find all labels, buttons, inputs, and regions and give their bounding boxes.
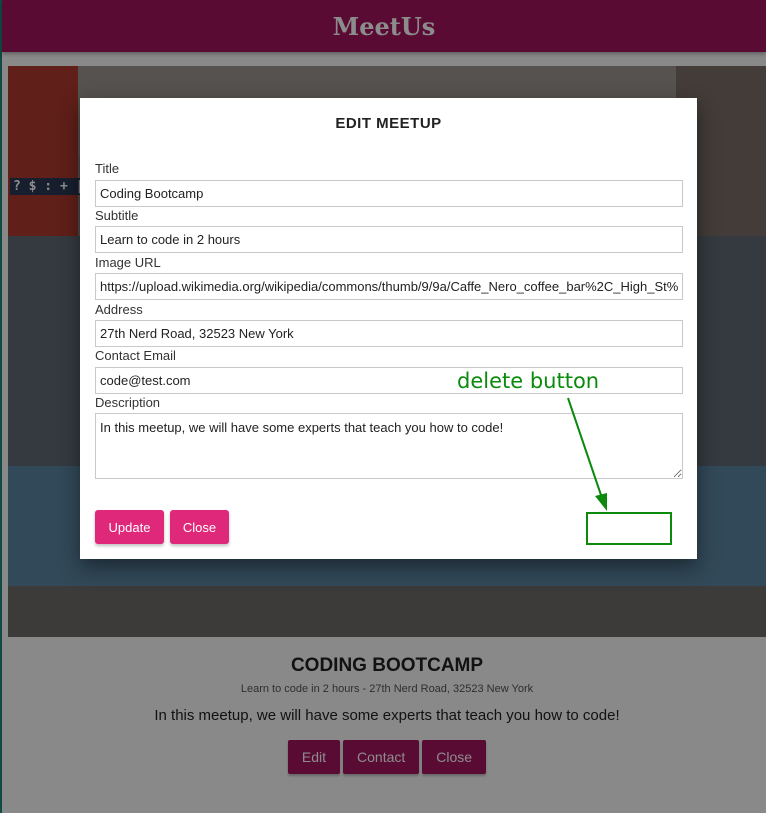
contact-email-label: Contact Email [95,348,176,363]
image-url-input[interactable] [95,273,683,300]
address-input[interactable] [95,320,683,347]
close-dialog-button[interactable]: Close [170,510,229,544]
subtitle-label: Subtitle [95,208,139,223]
title-label: Title [95,161,120,176]
update-button[interactable]: Update [95,510,164,544]
annotation-arrow-icon [567,397,607,511]
address-label: Address [95,302,143,317]
description-label: Description [95,395,161,410]
annotation-label: delete button [457,369,600,393]
dialog-title: EDIT MEETUP [335,115,442,132]
delete-button-highlight [586,512,672,545]
subtitle-input[interactable] [95,226,683,253]
image-url-label: Image URL [95,255,161,270]
title-input[interactable] [95,180,683,207]
